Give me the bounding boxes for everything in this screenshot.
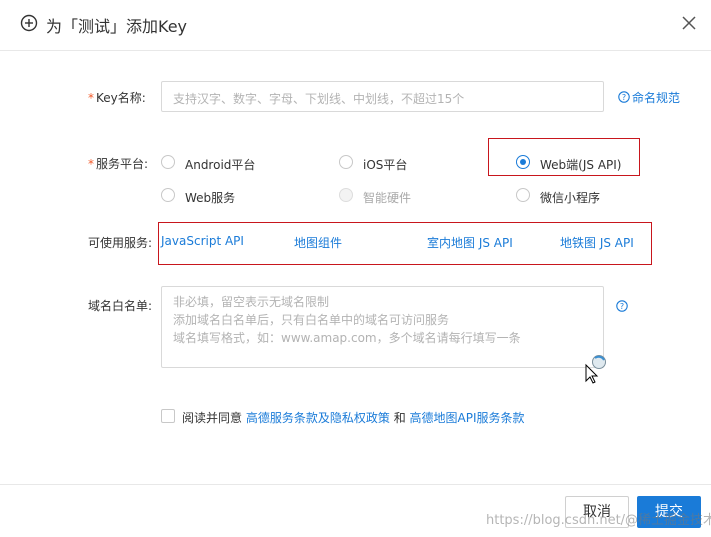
domain-placeholder-line: 非必填，留空表示无域名限制 xyxy=(173,295,330,309)
key-name-input[interactable]: 支持汉字、数字、字母、下划线、中划线，不超过15个 xyxy=(161,81,604,112)
radio-wechat-miniprogram[interactable] xyxy=(516,188,530,202)
domain-whitelist-label: 域名白名单: xyxy=(88,299,153,313)
radio-web-service[interactable] xyxy=(161,188,175,202)
service-javascript-api[interactable]: JavaScript API xyxy=(161,234,244,248)
help-circle-icon[interactable]: ? xyxy=(616,300,628,312)
radio-android[interactable] xyxy=(161,155,175,169)
radio-web-js-api[interactable] xyxy=(516,155,530,169)
service-map-component[interactable]: 地图组件 xyxy=(294,234,342,251)
radio-ios[interactable] xyxy=(339,155,353,169)
watermark-text: https://blog.csdn.net/@稀土掘金技术社区 xyxy=(486,513,711,528)
key-name-label: * Key名称: xyxy=(88,89,146,106)
agreement-text: 阅读并同意 高德服务条款及隐私权政策 和 高德地图API服务条款 xyxy=(182,409,525,426)
add-circle-icon xyxy=(20,14,38,32)
help-circle-icon[interactable]: ? xyxy=(618,91,630,103)
radio-wechat-miniprogram-label: 微信小程序 xyxy=(540,191,601,205)
footer-divider xyxy=(0,484,711,485)
terms-privacy-link[interactable]: 高德服务条款及隐私权政策 xyxy=(246,411,390,425)
required-mark: * xyxy=(88,157,94,171)
service-indoor-map-js-api[interactable]: 室内地图 JS API xyxy=(427,234,513,251)
required-mark: * xyxy=(88,91,94,105)
radio-smart-hardware xyxy=(339,188,353,202)
key-name-label-text: Key名称: xyxy=(96,91,146,105)
agreement-prefix: 阅读并同意 xyxy=(182,411,243,425)
domain-whitelist-textarea[interactable]: 非必填，留空表示无域名限制 添加域名白名单后，只有白名单中的域名可访问服务 域名… xyxy=(161,286,604,368)
agreement-checkbox[interactable] xyxy=(161,409,175,423)
svg-text:?: ? xyxy=(622,93,626,102)
naming-rules-link[interactable]: 命名规范 xyxy=(632,89,680,106)
svg-text:?: ? xyxy=(620,302,624,311)
api-terms-link[interactable]: 高德地图API服务条款 xyxy=(410,411,525,425)
radio-web-js-api-label: Web端(JS API) xyxy=(540,158,622,172)
close-icon[interactable] xyxy=(680,14,698,32)
service-subway-map-js-api[interactable]: 地铁图 JS API xyxy=(560,234,634,251)
agreement-conjunction: 和 xyxy=(393,411,406,425)
domain-placeholder-line: 添加域名白名单后，只有白名单中的域名可访问服务 xyxy=(173,313,450,327)
key-name-placeholder: 支持汉字、数字、字母、下划线、中划线，不超过15个 xyxy=(173,92,465,106)
platform-label: * 服务平台: xyxy=(88,155,148,172)
radio-web-service-label: Web服务 xyxy=(185,191,236,205)
domain-placeholder-line: 域名填写格式，如：www.amap.com，多个域名请每行填写一条 xyxy=(173,331,521,345)
radio-android-label: Android平台 xyxy=(185,158,256,172)
platform-label-text: 服务平台: xyxy=(96,157,149,171)
radio-ios-label: iOS平台 xyxy=(363,158,408,172)
radio-smart-hardware-label: 智能硬件 xyxy=(363,191,412,205)
mouse-cursor-icon xyxy=(585,355,606,384)
dialog-title: 为「测试」添加Key xyxy=(46,17,188,36)
header-divider xyxy=(0,50,711,51)
services-label: 可使用服务: xyxy=(88,236,153,250)
